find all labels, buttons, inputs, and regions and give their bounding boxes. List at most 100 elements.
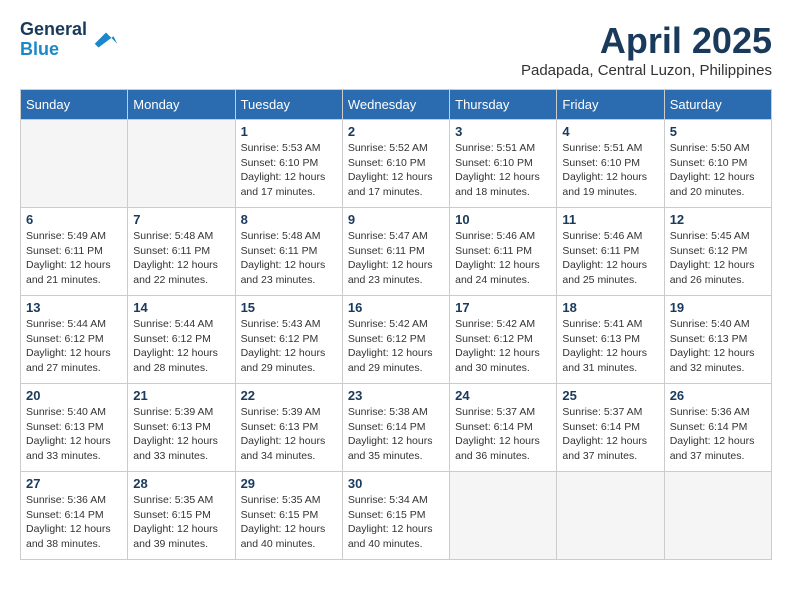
day-number: 1 xyxy=(241,124,337,139)
calendar-cell: 9 Sunrise: 5:47 AM Sunset: 6:11 PM Dayli… xyxy=(342,208,449,296)
col-header-monday: Monday xyxy=(128,90,235,120)
logo-text: GeneralBlue xyxy=(20,20,87,60)
col-header-sunday: Sunday xyxy=(21,90,128,120)
day-detail: Sunrise: 5:35 AM Sunset: 6:15 PM Dayligh… xyxy=(133,493,229,552)
day-detail: Sunrise: 5:41 AM Sunset: 6:13 PM Dayligh… xyxy=(562,317,658,376)
day-number: 22 xyxy=(241,388,337,403)
day-detail: Sunrise: 5:40 AM Sunset: 6:13 PM Dayligh… xyxy=(670,317,766,376)
calendar-cell: 18 Sunrise: 5:41 AM Sunset: 6:13 PM Dayl… xyxy=(557,296,664,384)
calendar-header-row: SundayMondayTuesdayWednesdayThursdayFrid… xyxy=(21,90,772,120)
day-number: 4 xyxy=(562,124,658,139)
day-detail: Sunrise: 5:47 AM Sunset: 6:11 PM Dayligh… xyxy=(348,229,444,288)
day-number: 26 xyxy=(670,388,766,403)
day-detail: Sunrise: 5:35 AM Sunset: 6:15 PM Dayligh… xyxy=(241,493,337,552)
day-number: 27 xyxy=(26,476,122,491)
calendar-table: SundayMondayTuesdayWednesdayThursdayFrid… xyxy=(20,89,772,560)
calendar-cell: 5 Sunrise: 5:50 AM Sunset: 6:10 PM Dayli… xyxy=(664,120,771,208)
calendar-cell: 4 Sunrise: 5:51 AM Sunset: 6:10 PM Dayli… xyxy=(557,120,664,208)
day-number: 21 xyxy=(133,388,229,403)
day-detail: Sunrise: 5:36 AM Sunset: 6:14 PM Dayligh… xyxy=(670,405,766,464)
day-detail: Sunrise: 5:39 AM Sunset: 6:13 PM Dayligh… xyxy=(241,405,337,464)
calendar-cell: 3 Sunrise: 5:51 AM Sunset: 6:10 PM Dayli… xyxy=(450,120,557,208)
day-detail: Sunrise: 5:44 AM Sunset: 6:12 PM Dayligh… xyxy=(26,317,122,376)
day-detail: Sunrise: 5:37 AM Sunset: 6:14 PM Dayligh… xyxy=(455,405,551,464)
col-header-friday: Friday xyxy=(557,90,664,120)
day-detail: Sunrise: 5:50 AM Sunset: 6:10 PM Dayligh… xyxy=(670,141,766,200)
calendar-cell xyxy=(128,120,235,208)
day-detail: Sunrise: 5:46 AM Sunset: 6:11 PM Dayligh… xyxy=(455,229,551,288)
day-number: 10 xyxy=(455,212,551,227)
calendar-cell xyxy=(664,472,771,560)
day-number: 12 xyxy=(670,212,766,227)
day-detail: Sunrise: 5:42 AM Sunset: 6:12 PM Dayligh… xyxy=(455,317,551,376)
day-number: 9 xyxy=(348,212,444,227)
calendar-cell xyxy=(450,472,557,560)
calendar-cell: 22 Sunrise: 5:39 AM Sunset: 6:13 PM Dayl… xyxy=(235,384,342,472)
col-header-thursday: Thursday xyxy=(450,90,557,120)
day-number: 8 xyxy=(241,212,337,227)
day-number: 30 xyxy=(348,476,444,491)
day-detail: Sunrise: 5:45 AM Sunset: 6:12 PM Dayligh… xyxy=(670,229,766,288)
calendar-cell: 20 Sunrise: 5:40 AM Sunset: 6:13 PM Dayl… xyxy=(21,384,128,472)
calendar-week-2: 6 Sunrise: 5:49 AM Sunset: 6:11 PM Dayli… xyxy=(21,208,772,296)
day-detail: Sunrise: 5:48 AM Sunset: 6:11 PM Dayligh… xyxy=(133,229,229,288)
calendar-cell: 13 Sunrise: 5:44 AM Sunset: 6:12 PM Dayl… xyxy=(21,296,128,384)
day-number: 11 xyxy=(562,212,658,227)
calendar-week-1: 1 Sunrise: 5:53 AM Sunset: 6:10 PM Dayli… xyxy=(21,120,772,208)
calendar-cell: 12 Sunrise: 5:45 AM Sunset: 6:12 PM Dayl… xyxy=(664,208,771,296)
calendar-week-5: 27 Sunrise: 5:36 AM Sunset: 6:14 PM Dayl… xyxy=(21,472,772,560)
day-number: 25 xyxy=(562,388,658,403)
day-number: 14 xyxy=(133,300,229,315)
col-header-tuesday: Tuesday xyxy=(235,90,342,120)
title-area: April 2025 Padapada, Central Luzon, Phil… xyxy=(521,20,772,79)
calendar-week-3: 13 Sunrise: 5:44 AM Sunset: 6:12 PM Dayl… xyxy=(21,296,772,384)
calendar-cell: 17 Sunrise: 5:42 AM Sunset: 6:12 PM Dayl… xyxy=(450,296,557,384)
day-detail: Sunrise: 5:34 AM Sunset: 6:15 PM Dayligh… xyxy=(348,493,444,552)
calendar-cell: 15 Sunrise: 5:43 AM Sunset: 6:12 PM Dayl… xyxy=(235,296,342,384)
calendar-cell: 26 Sunrise: 5:36 AM Sunset: 6:14 PM Dayl… xyxy=(664,384,771,472)
day-detail: Sunrise: 5:40 AM Sunset: 6:13 PM Dayligh… xyxy=(26,405,122,464)
day-number: 20 xyxy=(26,388,122,403)
calendar-cell: 11 Sunrise: 5:46 AM Sunset: 6:11 PM Dayl… xyxy=(557,208,664,296)
day-number: 3 xyxy=(455,124,551,139)
calendar-cell: 21 Sunrise: 5:39 AM Sunset: 6:13 PM Dayl… xyxy=(128,384,235,472)
day-detail: Sunrise: 5:44 AM Sunset: 6:12 PM Dayligh… xyxy=(133,317,229,376)
calendar-cell: 28 Sunrise: 5:35 AM Sunset: 6:15 PM Dayl… xyxy=(128,472,235,560)
calendar-week-4: 20 Sunrise: 5:40 AM Sunset: 6:13 PM Dayl… xyxy=(21,384,772,472)
logo-icon xyxy=(91,25,121,55)
logo: GeneralBlue xyxy=(20,20,121,60)
day-number: 23 xyxy=(348,388,444,403)
day-number: 7 xyxy=(133,212,229,227)
calendar-cell: 25 Sunrise: 5:37 AM Sunset: 6:14 PM Dayl… xyxy=(557,384,664,472)
day-number: 19 xyxy=(670,300,766,315)
day-detail: Sunrise: 5:49 AM Sunset: 6:11 PM Dayligh… xyxy=(26,229,122,288)
day-detail: Sunrise: 5:48 AM Sunset: 6:11 PM Dayligh… xyxy=(241,229,337,288)
month-title: April 2025 xyxy=(521,20,772,62)
day-detail: Sunrise: 5:42 AM Sunset: 6:12 PM Dayligh… xyxy=(348,317,444,376)
calendar-cell: 8 Sunrise: 5:48 AM Sunset: 6:11 PM Dayli… xyxy=(235,208,342,296)
calendar-cell: 23 Sunrise: 5:38 AM Sunset: 6:14 PM Dayl… xyxy=(342,384,449,472)
calendar-cell: 10 Sunrise: 5:46 AM Sunset: 6:11 PM Dayl… xyxy=(450,208,557,296)
calendar-cell: 24 Sunrise: 5:37 AM Sunset: 6:14 PM Dayl… xyxy=(450,384,557,472)
day-number: 29 xyxy=(241,476,337,491)
day-detail: Sunrise: 5:51 AM Sunset: 6:10 PM Dayligh… xyxy=(455,141,551,200)
calendar-cell: 1 Sunrise: 5:53 AM Sunset: 6:10 PM Dayli… xyxy=(235,120,342,208)
day-number: 15 xyxy=(241,300,337,315)
calendar-cell: 2 Sunrise: 5:52 AM Sunset: 6:10 PM Dayli… xyxy=(342,120,449,208)
day-number: 24 xyxy=(455,388,551,403)
calendar-cell: 16 Sunrise: 5:42 AM Sunset: 6:12 PM Dayl… xyxy=(342,296,449,384)
day-detail: Sunrise: 5:46 AM Sunset: 6:11 PM Dayligh… xyxy=(562,229,658,288)
calendar-cell: 27 Sunrise: 5:36 AM Sunset: 6:14 PM Dayl… xyxy=(21,472,128,560)
day-number: 5 xyxy=(670,124,766,139)
day-detail: Sunrise: 5:51 AM Sunset: 6:10 PM Dayligh… xyxy=(562,141,658,200)
day-detail: Sunrise: 5:38 AM Sunset: 6:14 PM Dayligh… xyxy=(348,405,444,464)
day-detail: Sunrise: 5:37 AM Sunset: 6:14 PM Dayligh… xyxy=(562,405,658,464)
calendar-cell xyxy=(21,120,128,208)
day-detail: Sunrise: 5:53 AM Sunset: 6:10 PM Dayligh… xyxy=(241,141,337,200)
day-number: 18 xyxy=(562,300,658,315)
calendar-cell: 30 Sunrise: 5:34 AM Sunset: 6:15 PM Dayl… xyxy=(342,472,449,560)
calendar-cell xyxy=(557,472,664,560)
day-number: 28 xyxy=(133,476,229,491)
day-detail: Sunrise: 5:52 AM Sunset: 6:10 PM Dayligh… xyxy=(348,141,444,200)
location: Padapada, Central Luzon, Philippines xyxy=(521,62,772,79)
